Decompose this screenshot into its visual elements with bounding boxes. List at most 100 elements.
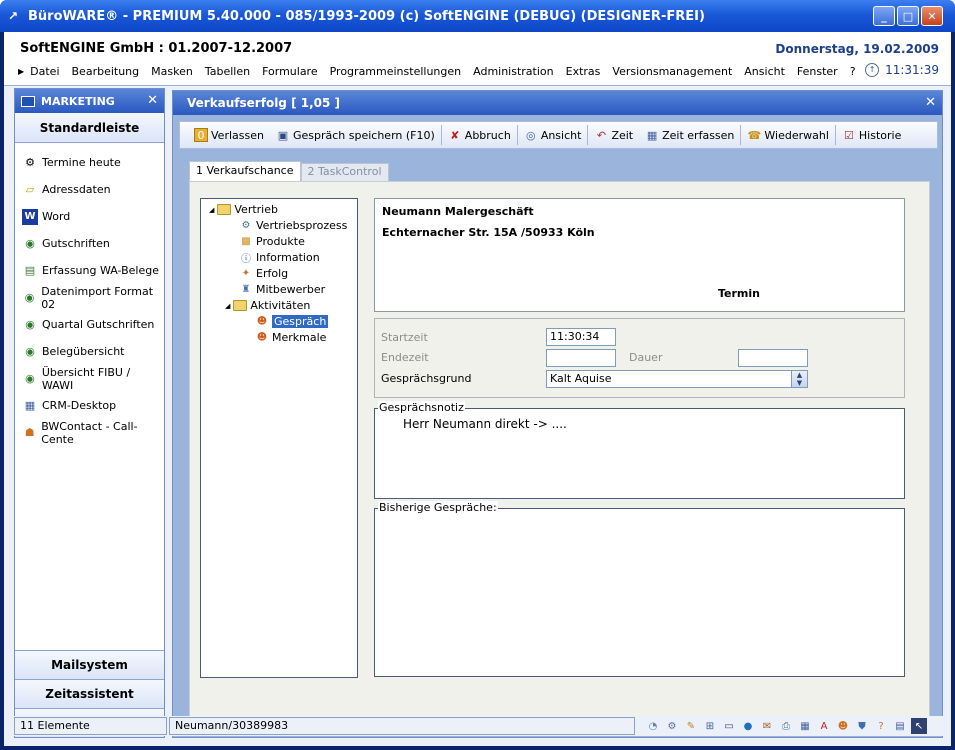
mail-icon[interactable]: ✉ — [759, 718, 775, 734]
minimize-button[interactable]: _ — [873, 6, 895, 26]
current-date: Donnerstag, 19.02.2009 — [775, 42, 939, 56]
time-record-icon: ▦ — [646, 128, 658, 142]
sidebar-item-quartal-gutschriften[interactable]: ◉ Quartal Gutschriften — [15, 311, 164, 338]
tree-node-aktivitaeten[interactable]: ◢ Aktivitäten — [225, 299, 310, 312]
app-header: SoftENGINE GmbH : 01.2007-12.2007 Donner… — [4, 32, 951, 86]
startzeit-input[interactable]: 11:30:34 — [546, 328, 616, 346]
sidebar-item-gutschriften[interactable]: ◉ Gutschriften — [15, 230, 164, 257]
font-icon[interactable]: A — [816, 718, 832, 734]
sidebar-close-button[interactable]: ✕ — [147, 93, 158, 108]
folder-icon — [217, 204, 232, 215]
toolbar-ansicht-button[interactable]: ◎ Ansicht — [518, 124, 588, 146]
sidebar-item-datenimport[interactable]: ◉ Datenimport Format 02 — [15, 284, 164, 311]
status-bar: 11 Elemente Neumann/30389983 ◔ ⚙ ✎ ⊞ ▭ ●… — [14, 716, 943, 736]
sidebar-item-label: Datenimport Format 02 — [41, 284, 154, 311]
collapse-arrow-icon: ◢ — [209, 205, 215, 214]
menu-ansicht[interactable]: Ansicht — [744, 65, 785, 78]
bisherige-gespraeche-box[interactable]: Bisherige Gespräche: — [374, 501, 905, 677]
toolbar-label: Wiederwahl — [764, 128, 829, 142]
endezeit-input[interactable] — [546, 349, 616, 367]
tools-icon[interactable]: ✎ — [683, 718, 699, 734]
sidebar-item-label: Quartal Gutschriften — [42, 318, 155, 331]
toolbar-label: Ansicht — [540, 128, 582, 142]
toolbar-zeit-button[interactable]: ↶ Zeit — [588, 124, 639, 146]
tree-node-vertriebsprozess[interactable]: ⚙ Vertriebsprozess — [239, 219, 348, 232]
menu-datei[interactable]: Datei — [30, 65, 59, 78]
shield-icon[interactable]: ⛊ — [854, 718, 870, 734]
sidebar-item-beleguebersicht[interactable]: ◉ Belegübersicht — [15, 338, 164, 365]
sidebar-section-zeitassistent[interactable]: Zeitassistent — [15, 679, 164, 708]
eye-icon: ◉ — [25, 345, 35, 358]
tree-node-label: Erfolg — [256, 267, 289, 280]
menu-versionsmanagement[interactable]: Versionsmanagement — [612, 65, 732, 78]
toolbar-verlassen-button[interactable]: 0 Verlassen — [188, 124, 270, 146]
users-icon[interactable]: ☻ — [835, 718, 851, 734]
menu-fenster[interactable]: Fenster — [797, 65, 838, 78]
tree-node-mitbewerber[interactable]: ♜ Mitbewerber — [239, 283, 326, 296]
toolbar-label: Verlassen — [211, 128, 264, 142]
sidebar-header: MARKETING ✕ — [15, 89, 164, 113]
window-icon[interactable]: ▭ — [721, 718, 737, 734]
sidebar-section-standardleiste[interactable]: Standardleiste — [15, 113, 164, 143]
main-window: Verkaufserfolg [ 1,05 ] ✕ 0 Verlassen ▣ Ge… — [172, 90, 943, 738]
toolbar: 0 Verlassen ▣ Gespräch speichern (F10) ✘ Ab… — [179, 121, 938, 149]
gespraechsnotiz-box[interactable]: Gesprächsnotiz Herr Neumann direkt -> ..… — [374, 401, 905, 499]
menu-bearbeitung[interactable]: Bearbeitung — [72, 65, 140, 78]
sidebar-section-mailsystem[interactable]: Mailsystem — [15, 650, 164, 679]
menu-extras[interactable]: Extras — [566, 65, 601, 78]
tab-taskcontrol[interactable]: 2 TaskControl — [300, 163, 389, 181]
network-icon[interactable]: ⊞ — [702, 718, 718, 734]
printer-icon[interactable]: ⎙ — [778, 718, 794, 734]
sidebar-item-termine-heute[interactable]: ⚙ Termine heute — [15, 149, 164, 176]
tree-view: ◢ Vertrieb ⚙ Vertriebsprozess ▩ Produkte ⓘ I… — [200, 198, 358, 678]
help-user-icon[interactable]: ? — [873, 718, 889, 734]
toolbar-zeit-erfassen-button[interactable]: ▦ Zeit erfassen — [639, 124, 740, 146]
window-title: BüroWARE® - PREMIUM 5.40.000 - 085/1993-… — [28, 8, 705, 24]
time-form: Startzeit 11:30:34 Endezeit Dauer Gesprä… — [374, 318, 905, 398]
tree-node-gespraech[interactable]: ☻ Gespräch — [255, 315, 329, 328]
sidebar-item-word[interactable]: W Word — [15, 203, 164, 230]
menu-masken[interactable]: Masken — [151, 65, 193, 78]
keyboard-icon[interactable]: ▤ — [892, 718, 908, 734]
tree-node-label: Mitbewerber — [256, 283, 326, 296]
contact-icon: ☗ — [24, 426, 35, 439]
toolbar-historie-button[interactable]: ☑ Historie — [836, 124, 907, 146]
menu-formulare[interactable]: Formulare — [262, 65, 318, 78]
tree-node-erfolg[interactable]: ✦ Erfolg — [239, 267, 288, 280]
sidebar-item-label: BWContact - Call-Cente — [41, 419, 138, 446]
tree-node-vertrieb[interactable]: ◢ Vertrieb — [209, 203, 278, 216]
tree-node-produkte[interactable]: ▩ Produkte — [239, 235, 305, 248]
sidebar-item-adressdaten[interactable]: ▱ Adressdaten — [15, 176, 164, 203]
toolbar-abbruch-button[interactable]: ✘ Abbruch — [442, 124, 517, 146]
sidebar: MARKETING ✕ Standardleiste ⚙ Termine heut… — [14, 88, 165, 738]
menu-programmeinstellungen[interactable]: Programmeinstellungen — [330, 65, 462, 78]
menu-tabellen[interactable]: Tabellen — [205, 65, 250, 78]
sidebar-item-crm-desktop[interactable]: ▦ CRM-Desktop — [15, 392, 164, 419]
menu-administration[interactable]: Administration — [473, 65, 554, 78]
gespraechsgrund-select[interactable]: Kalt Aquise ▲ ▼ — [546, 370, 808, 388]
gears-icon[interactable]: ⚙ — [664, 718, 680, 734]
tree-node-merkmale[interactable]: ☻ Merkmale — [255, 331, 327, 344]
document-edit-icon: ▤ — [24, 264, 36, 277]
calendar-grid-icon: ▦ — [24, 399, 36, 412]
maximize-button[interactable]: □ — [897, 6, 919, 26]
menu-help[interactable]: ? — [850, 65, 856, 78]
toolbar-wiederwahl-button[interactable]: ☎ Wiederwahl — [741, 124, 835, 146]
conversation-icon: ☻ — [256, 316, 268, 327]
dauer-input[interactable] — [738, 349, 808, 367]
sidebar-item-uebersicht-fibu[interactable]: ◉ Übersicht FIBU / WAWI — [15, 365, 164, 392]
sidebar-item-erfassung-wa-belege[interactable]: ▤ Erfassung WA-Belege — [15, 257, 164, 284]
eye-icon: ◉ — [24, 291, 35, 304]
toolbar-save-button[interactable]: ▣ Gespräch speichern (F10) — [270, 124, 441, 146]
main-window-close-button[interactable]: ✕ — [925, 91, 936, 115]
globe-icon[interactable]: ● — [740, 718, 756, 734]
cursor-icon[interactable]: ↖ — [911, 718, 927, 734]
sidebar-item-bwcontact[interactable]: ☗ BWContact - Call-Cente — [15, 419, 164, 446]
tab-verkaufschance[interactable]: 1 Verkaufschance — [189, 161, 301, 181]
tree-node-information[interactable]: ⓘ Information — [239, 251, 320, 265]
termin-label: Termin — [718, 287, 760, 300]
spinner-icon[interactable]: ▲ ▼ — [791, 371, 807, 387]
mouse-icon[interactable]: ◔ — [645, 718, 661, 734]
close-window-button[interactable]: ✕ — [921, 6, 943, 26]
calendar-icon[interactable]: ▦ — [797, 718, 813, 734]
